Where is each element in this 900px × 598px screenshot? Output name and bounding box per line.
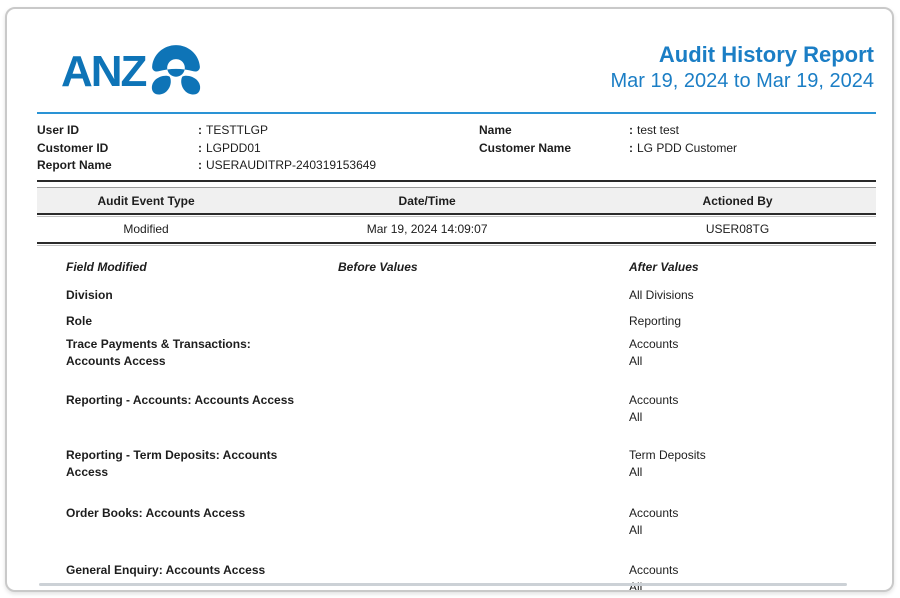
customer-name-value: LG PDD Customer (637, 140, 737, 158)
column-header-date-time: Date/Time (255, 194, 599, 208)
separator: : (629, 140, 633, 158)
info-bottom-rule (37, 180, 876, 182)
detail-row-division: Division All Divisions (37, 287, 876, 304)
report-date-range: Mar 19, 2024 to Mar 19, 2024 (611, 68, 875, 94)
column-header-before-values: Before Values (338, 260, 629, 274)
report-info: User ID : TESTTLGP Customer ID : LGPDD01… (37, 122, 876, 175)
detail-row-trace-payments: Trace Payments & Transactions: Accounts … (37, 336, 876, 370)
table-rule (37, 242, 876, 246)
detail-row-general-enquiry: General Enquiry: Accounts Access Account… (37, 562, 876, 593)
customer-id-label: Customer ID (37, 140, 198, 158)
column-header-field-modified: Field Modified (66, 260, 338, 274)
anz-logo: ANZ (61, 49, 203, 104)
anz-person-icon (149, 43, 203, 104)
report-content: ANZ Audit History Report Mar 19, 2024 to… (7, 9, 892, 592)
detail-table-header: Field Modified Before Values After Value… (37, 260, 876, 274)
before-value (338, 336, 629, 370)
after-value: All Divisions (629, 287, 876, 304)
actioned-by-value: USER08TG (599, 222, 876, 236)
date-time-value: Mar 19, 2024 14:09:07 (255, 222, 599, 236)
field-modified-value: Reporting - Term Deposits: Accounts Acce… (66, 447, 338, 481)
after-value: Accounts All (629, 336, 876, 370)
report-page: ANZ Audit History Report Mar 19, 2024 to… (5, 7, 894, 592)
before-value (338, 562, 629, 593)
info-row-report-name: Report Name : USERAUDITRP-240319153649 (37, 157, 479, 175)
column-header-actioned-by: Actioned By (599, 194, 876, 208)
after-value: Accounts All (629, 562, 876, 593)
info-row-name: Name : test test (479, 122, 876, 140)
info-row-customer-id: Customer ID : LGPDD01 (37, 140, 479, 158)
header-divider (37, 112, 876, 114)
detail-row-reporting-term-deposits: Reporting - Term Deposits: Accounts Acce… (37, 447, 876, 481)
detail-row-order-books: Order Books: Accounts Access Accounts Al… (37, 505, 876, 539)
title-block: Audit History Report Mar 19, 2024 to Mar… (611, 41, 877, 94)
detail-row-role: Role Reporting (37, 313, 876, 330)
before-value (338, 505, 629, 539)
info-column-right: Name : test test Customer Name : LG PDD … (479, 122, 876, 175)
customer-name-label: Customer Name (479, 140, 629, 158)
info-column-left: User ID : TESTTLGP Customer ID : LGPDD01… (37, 122, 479, 175)
separator: : (198, 140, 202, 158)
name-label: Name (479, 122, 629, 140)
separator: : (629, 122, 633, 140)
after-value: Term Deposits All (629, 447, 876, 481)
field-modified-value: Role (66, 313, 338, 330)
field-modified-value: Reporting - Accounts: Accounts Access (66, 392, 338, 426)
report-name-label: Report Name (37, 157, 198, 175)
customer-id-value: LGPDD01 (206, 140, 261, 158)
before-value (338, 392, 629, 426)
field-modified-value: Trace Payments & Transactions: Accounts … (66, 336, 338, 370)
info-row-customer-name: Customer Name : LG PDD Customer (479, 140, 876, 158)
before-value (338, 313, 629, 330)
audit-table-row: Modified Mar 19, 2024 14:09:07 USER08TG (37, 217, 876, 242)
after-value: Reporting (629, 313, 876, 330)
field-modified-value: Order Books: Accounts Access (66, 505, 338, 539)
field-modified-value: General Enquiry: Accounts Access (66, 562, 338, 593)
name-value: test test (637, 122, 679, 140)
column-header-audit-event-type: Audit Event Type (37, 194, 255, 208)
report-name-value: USERAUDITRP-240319153649 (206, 157, 376, 175)
field-modified-value: Division (66, 287, 338, 304)
before-value (338, 287, 629, 304)
column-header-after-values: After Values (629, 260, 876, 274)
separator: : (198, 122, 202, 140)
after-value: Accounts All (629, 392, 876, 426)
audit-table-header: Audit Event Type Date/Time Actioned By (37, 187, 876, 213)
page-end-shadow (39, 583, 847, 586)
user-id-value: TESTTLGP (206, 122, 268, 140)
page-title: Audit History Report (611, 41, 875, 68)
anz-logo-text: ANZ (61, 49, 145, 95)
audit-event-type-value: Modified (37, 222, 255, 236)
info-row-user-id: User ID : TESTTLGP (37, 122, 479, 140)
detail-row-reporting-accounts: Reporting - Accounts: Accounts Access Ac… (37, 392, 876, 426)
separator: : (198, 157, 202, 175)
after-value: Accounts All (629, 505, 876, 539)
report-header: ANZ Audit History Report Mar 19, 2024 to… (37, 41, 876, 104)
before-value (338, 447, 629, 481)
user-id-label: User ID (37, 122, 198, 140)
